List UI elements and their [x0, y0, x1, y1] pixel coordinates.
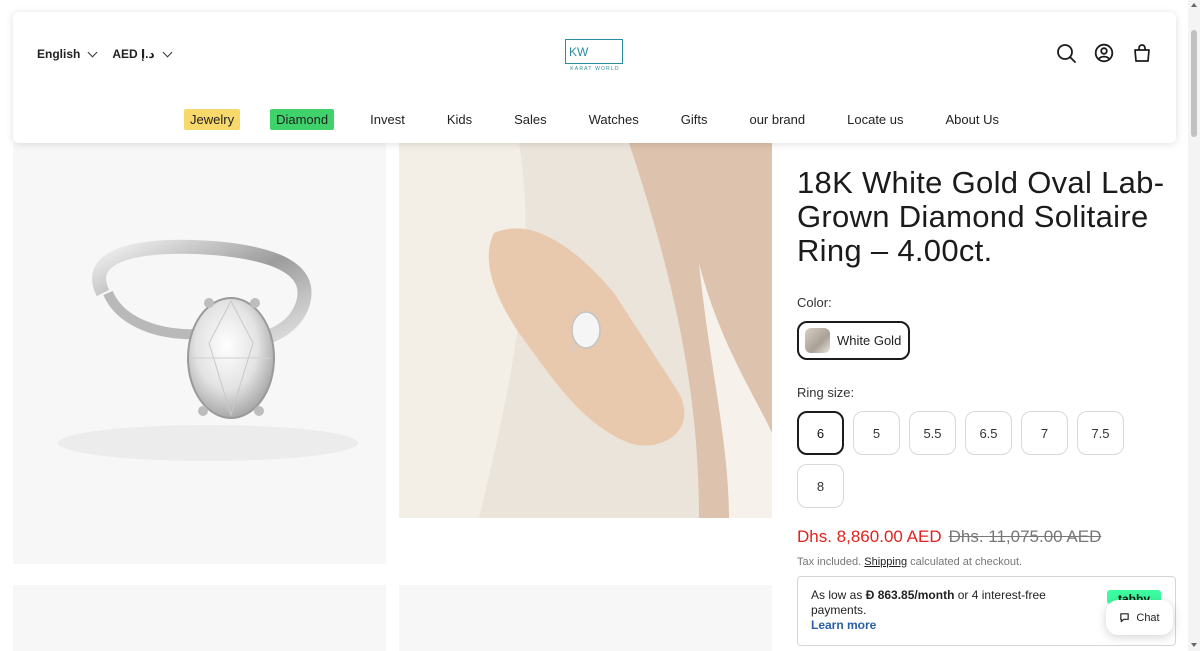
header-icons [1056, 43, 1152, 63]
chat-icon [1120, 613, 1130, 623]
size-option[interactable]: 8 [797, 464, 844, 508]
product-image-placeholder[interactable] [399, 585, 772, 651]
logo-text: KARAT WORLD [570, 66, 620, 72]
nav-item-gifts[interactable]: Gifts [675, 109, 714, 130]
size-option[interactable]: 6 [797, 411, 844, 455]
color-option-label: White Gold [837, 333, 902, 348]
color-option-white-gold[interactable]: White Gold [797, 321, 910, 360]
language-label: English [37, 47, 81, 61]
chat-label: Chat [1136, 611, 1160, 624]
language-selector[interactable]: English [37, 47, 98, 61]
nav-item-locate-us[interactable]: Locate us [841, 109, 909, 130]
chevron-down-icon [87, 47, 98, 57]
tax-prefix: Tax included. [797, 556, 862, 568]
product-image-placeholder[interactable] [13, 585, 386, 651]
chat-button[interactable]: Chat [1106, 600, 1173, 635]
currency-selector[interactable]: AED د.إ [112, 47, 173, 61]
color-swatch [805, 328, 830, 353]
product-image-ring[interactable] [13, 143, 386, 564]
model-hand-photo [399, 143, 772, 518]
nav-item-about-us[interactable]: About Us [940, 109, 1005, 130]
nav-item-diamond[interactable]: Diamond [270, 109, 335, 130]
brand-logo[interactable]: KW KARAT WORLD [565, 39, 625, 72]
size-option[interactable]: 5 [853, 411, 900, 455]
compare-price: Dhs. 11,075.00 AED [948, 527, 1102, 546]
site-header: English AED د.إ KW KARAT WORLD Jewelry D… [13, 12, 1176, 143]
color-label: Color: [797, 295, 832, 310]
nav-item-invest[interactable]: Invest [364, 109, 411, 130]
nav-item-our-brand[interactable]: our brand [743, 109, 811, 130]
currency-label: AED د.إ [112, 47, 155, 61]
main-nav: Jewelry Diamond Invest Kids Sales Watche… [13, 109, 1176, 130]
product-image-model[interactable] [399, 143, 772, 518]
product-title: 18K White Gold Oval Lab-Grown Diamond So… [797, 165, 1165, 268]
sale-price: Dhs. 8,860.00 AED [797, 527, 942, 546]
nav-item-jewelry[interactable]: Jewelry [184, 109, 241, 130]
page-scrollbar[interactable] [1188, 0, 1200, 651]
tabby-amount: Ð 863.85/month [865, 588, 955, 602]
locale-switcher: English AED د.إ [37, 47, 187, 61]
ring-size-label: Ring size: [797, 385, 855, 400]
tabby-text: As low as Ð 863.85/month or 4 interest-f… [811, 588, 1061, 633]
size-option[interactable]: 6.5 [965, 411, 1012, 455]
chevron-down-icon [162, 47, 173, 57]
account-icon[interactable] [1094, 43, 1114, 63]
ring-size-options: 6 5 5.5 6.5 7 7.5 8 [797, 411, 1137, 508]
tabby-prefix: As low as [811, 588, 863, 602]
tabby-learn-more-link[interactable]: Learn more [811, 618, 876, 632]
tax-note: Tax included. Shipping calculated at che… [797, 556, 1022, 568]
logo-mark: KW [565, 39, 623, 64]
size-option[interactable]: 7 [1021, 411, 1068, 455]
ring-illustration [58, 239, 358, 461]
tax-suffix: calculated at checkout. [910, 556, 1023, 568]
scroll-thumb[interactable] [1191, 30, 1197, 137]
nav-item-watches[interactable]: Watches [583, 109, 645, 130]
price: Dhs. 8,860.00 AED Dhs. 11,075.00 AED [797, 527, 1101, 547]
nav-item-sales[interactable]: Sales [508, 109, 553, 130]
size-option[interactable]: 7.5 [1077, 411, 1124, 455]
scroll-down-arrow-icon[interactable] [1191, 643, 1197, 647]
shipping-link[interactable]: Shipping [864, 556, 907, 568]
search-icon[interactable] [1056, 43, 1076, 63]
cart-icon[interactable] [1132, 43, 1152, 63]
nav-item-kids[interactable]: Kids [441, 109, 478, 130]
scroll-up-arrow-icon[interactable] [1191, 3, 1197, 7]
size-option[interactable]: 5.5 [909, 411, 956, 455]
